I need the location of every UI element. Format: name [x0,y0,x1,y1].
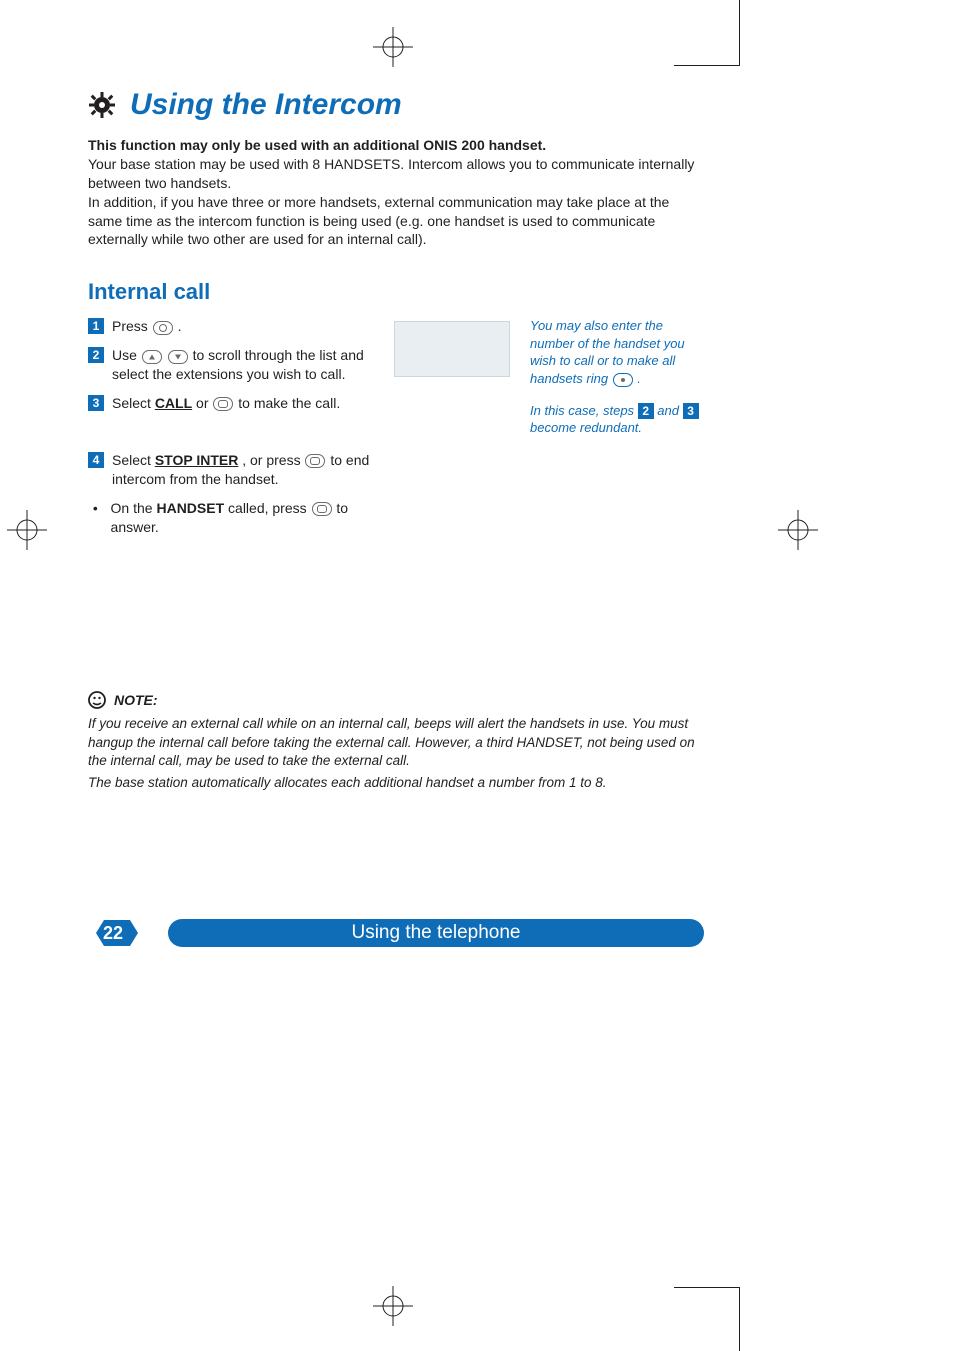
up-key-icon [142,350,162,364]
bullet-text: On the [111,500,157,516]
gear-icon [88,91,116,119]
phone-key-icon [312,502,332,516]
step-number-badge: 2 [88,347,104,363]
registration-mark-icon [373,27,413,67]
intro-line: In addition, if you have three or more h… [88,193,704,250]
note-paragraph: If you receive an external call while on… [88,715,704,770]
step-text: Select [112,452,155,468]
crop-mark [674,1287,740,1288]
info-icon [88,691,106,709]
step-number-badge: 3 [683,403,699,419]
registration-mark-icon [373,1286,413,1326]
footer-section-label: Using the telephone [351,922,520,944]
step-text: to make the call. [238,395,340,411]
sidebar-text: become redundant. [530,420,642,435]
step-number-badge: 3 [88,395,104,411]
bullet-icon: • [88,499,103,537]
step-number-badge: 1 [88,318,104,334]
step-4: 4 Select STOP INTER , or press to end in… [88,451,374,489]
intro-line: Your base station may be used with 8 HAN… [88,155,704,193]
registration-mark-icon [778,510,818,550]
step-text: Select [112,395,155,411]
phone-key-icon [213,397,233,411]
page-title: Using the Intercom [130,88,402,122]
step-text: . [178,318,182,334]
note-heading: NOTE: [88,691,704,709]
crop-mark [739,0,740,65]
down-key-icon [168,350,188,364]
phone-key-icon [305,454,325,468]
step-1: 1 Press . [88,317,374,336]
sidebar-note: You may also enter the number of the han… [530,317,704,436]
section-heading: Internal call [88,279,704,305]
intercom-key-icon [153,321,173,335]
sidebar-text: You may also enter the number of the han… [530,318,685,386]
intro-text: This function may only be used with an a… [88,136,704,249]
sidebar-text: and [657,403,682,418]
page-number-badge: 22 [88,918,138,948]
footer-section-bar: Using the telephone [168,919,704,947]
stop-inter-softkey-label: STOP INTER [155,452,239,468]
step-text: , or press [242,452,304,468]
step-3: 3 Select CALL or to make the call. [88,394,374,413]
bullet-text: called, press [228,500,310,516]
step-number-badge: 4 [88,452,104,468]
note-block: NOTE: If you receive an external call wh… [88,691,704,792]
page-footer: 22 Using the telephone [88,918,704,948]
note-paragraph: The base station automatically allocates… [88,774,704,792]
crop-mark [674,65,740,66]
title-row: Using the Intercom [88,88,704,122]
bullet-item: • On the HANDSET called, press to answer… [88,499,374,537]
display-illustration [394,321,510,377]
step-text: Press [112,318,152,334]
columns: 1 Press . 2 Use to scroll through the li… [88,317,704,536]
dot-key-icon [613,373,633,387]
handset-label: HANDSET [156,500,224,516]
steps-column: 1 Press . 2 Use to scroll through the li… [88,317,374,536]
step-text: Use [112,347,141,363]
call-softkey-label: CALL [155,395,192,411]
sidebar-text: . [637,371,641,386]
page-number: 22 [103,923,123,944]
step-text: or [196,395,212,411]
display-column [394,317,510,377]
intro-bold: This function may only be used with an a… [88,136,704,155]
page-content: Using the Intercom This function may onl… [88,88,704,796]
crop-mark [739,1288,740,1351]
sidebar-text: In this case, steps [530,403,638,418]
step-number-badge: 2 [638,403,654,419]
note-body: If you receive an external call while on… [88,715,704,792]
registration-mark-icon [7,510,47,550]
step-2: 2 Use to scroll through the list and sel… [88,346,374,384]
note-label: NOTE: [114,692,158,708]
